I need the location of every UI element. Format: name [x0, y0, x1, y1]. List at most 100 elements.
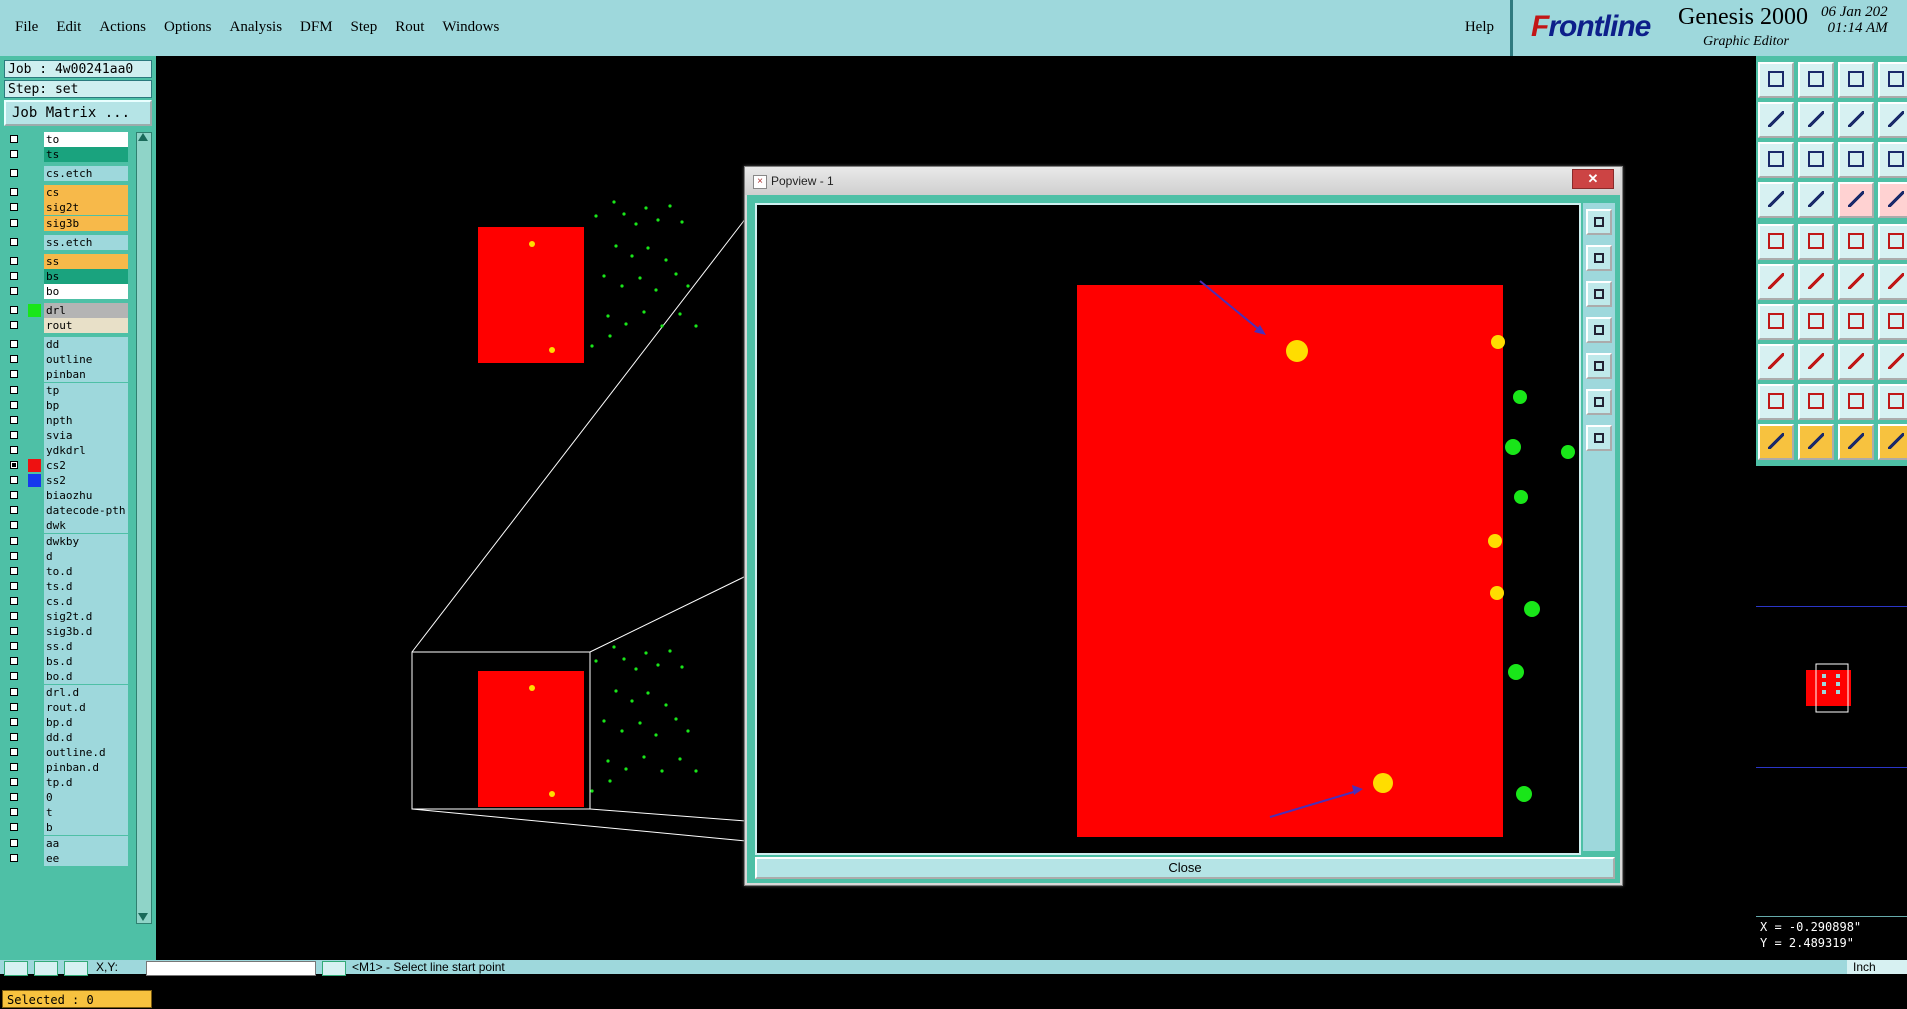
layer-row[interactable]: outline	[4, 352, 128, 368]
save-icon[interactable]	[1798, 62, 1834, 98]
layer-row[interactable]: to.d	[4, 563, 128, 579]
surface-icon[interactable]	[1758, 384, 1794, 420]
close-icon[interactable]: ✕	[1572, 169, 1614, 189]
layer-row[interactable]: bs	[4, 268, 128, 284]
layer-checkbox[interactable]	[10, 823, 18, 832]
layer-row[interactable]: sig3b.d	[4, 624, 128, 640]
layer-name[interactable]: sig2t	[44, 200, 128, 216]
popview-close-button[interactable]: Close	[755, 857, 1615, 879]
hook-icon[interactable]	[1838, 424, 1874, 460]
layer-name[interactable]: aa	[44, 835, 128, 851]
layer-checkbox[interactable]	[10, 627, 18, 636]
layer-row[interactable]: ss.d	[4, 639, 128, 655]
triangle3-icon[interactable]	[1878, 384, 1907, 420]
layer-name[interactable]: outline.d	[44, 744, 128, 760]
undo-icon[interactable]	[1758, 102, 1794, 138]
snap-icon[interactable]	[1838, 182, 1874, 218]
layout-icon[interactable]	[1878, 102, 1907, 138]
layer-name[interactable]: bo.d	[44, 669, 128, 685]
layer-checkbox[interactable]	[10, 536, 18, 545]
layer-name[interactable]: sig3b	[44, 215, 128, 231]
draw-icon[interactable]	[1798, 304, 1834, 340]
layer-row[interactable]: to	[4, 132, 128, 147]
dash-icon[interactable]	[1798, 344, 1834, 380]
pan-right-icon[interactable]	[1586, 353, 1612, 379]
layer-name[interactable]: t	[44, 805, 128, 821]
grid-icon[interactable]	[1798, 182, 1834, 218]
layer-row[interactable]: dd.d	[4, 729, 128, 745]
layer-name[interactable]: to.d	[44, 563, 128, 579]
layer-checkbox[interactable]	[10, 445, 18, 454]
layer-checkbox[interactable]	[10, 657, 18, 666]
layer-name[interactable]: rout.d	[44, 699, 128, 715]
scroll-down-icon[interactable]	[138, 913, 148, 921]
layer-checkbox[interactable]	[10, 672, 18, 681]
layer-row[interactable]: bp.d	[4, 714, 128, 730]
layer-checkbox[interactable]	[10, 237, 18, 246]
layer-checkbox[interactable]	[10, 385, 18, 394]
layer-row[interactable]: ss.etch	[4, 234, 128, 250]
layer-checkbox[interactable]	[10, 150, 18, 159]
select-icon[interactable]	[1758, 264, 1794, 300]
layer-name[interactable]: bp	[44, 397, 128, 413]
layer-row[interactable]: sig2t	[4, 200, 128, 216]
home-icon[interactable]	[1838, 62, 1874, 98]
layer-checkbox[interactable]	[10, 271, 18, 280]
zoom-in-icon[interactable]	[1586, 245, 1612, 271]
zoom-area-icon[interactable]	[1798, 142, 1834, 178]
layer-checkbox[interactable]	[10, 793, 18, 802]
snap2-icon[interactable]	[1878, 182, 1907, 218]
open-icon[interactable]	[1758, 62, 1794, 98]
layer-row[interactable]: tp.d	[4, 775, 128, 791]
layer-checkbox[interactable]	[10, 808, 18, 817]
layer-row[interactable]: rout	[4, 318, 128, 334]
layer-name[interactable]: ee	[44, 850, 128, 866]
layer-checkbox[interactable]	[10, 321, 18, 330]
layer-row[interactable]: b	[4, 820, 128, 836]
layer-name[interactable]: bp.d	[44, 714, 128, 730]
pad-icon[interactable]	[1758, 224, 1794, 260]
connect-icon[interactable]	[1838, 264, 1874, 300]
menu-edit[interactable]: Edit	[47, 17, 90, 38]
pad-add-icon[interactable]	[1758, 344, 1794, 380]
help-icon[interactable]	[1878, 142, 1907, 178]
menu-options[interactable]: Options	[155, 17, 221, 38]
layer-checkbox[interactable]	[10, 415, 18, 424]
layer-name[interactable]: ss.etch	[44, 234, 128, 250]
layer-name[interactable]: tp	[44, 382, 128, 398]
layer-name[interactable]: datecode-pth	[44, 503, 128, 519]
layer-checkbox[interactable]	[10, 203, 18, 212]
layer-row[interactable]: t	[4, 805, 128, 821]
layer-row[interactable]: ss2	[4, 473, 128, 489]
layer-checkbox[interactable]	[10, 135, 18, 143]
layer-checkbox[interactable]	[10, 778, 18, 787]
layer-checkbox[interactable]	[10, 188, 18, 197]
layer-checkbox[interactable]	[10, 169, 18, 178]
layer-checkbox[interactable]	[10, 430, 18, 439]
layer-checkbox[interactable]	[10, 763, 18, 771]
layer-name[interactable]: ss2	[44, 473, 128, 489]
layer-row[interactable]: dwk	[4, 518, 128, 534]
triangle2-icon[interactable]	[1838, 384, 1874, 420]
fit-icon[interactable]	[1586, 389, 1612, 415]
layer-name[interactable]: ydkdrl	[44, 442, 128, 458]
swap-icon[interactable]	[1838, 102, 1874, 138]
route-icon[interactable]	[1878, 304, 1907, 340]
pointer3-icon[interactable]	[1878, 424, 1907, 460]
menu-file[interactable]: File	[6, 17, 47, 38]
layer-name[interactable]: cs.d	[44, 593, 128, 609]
fit-screen-icon[interactable]	[1758, 142, 1794, 178]
layer-checkbox[interactable]	[10, 732, 18, 741]
layer-scrollbar[interactable]	[136, 132, 152, 924]
layer-checkbox[interactable]	[10, 702, 18, 711]
redo-icon[interactable]	[1798, 102, 1834, 138]
layer-checkbox[interactable]	[10, 838, 18, 847]
layer-name[interactable]: ts.d	[44, 578, 128, 594]
menu-actions[interactable]: Actions	[90, 17, 155, 38]
layer-row[interactable]: aa	[4, 835, 128, 851]
layer-row[interactable]: svia	[4, 427, 128, 443]
line-icon[interactable]	[1758, 304, 1794, 340]
layer-row[interactable]: bp	[4, 397, 128, 413]
pointer-icon[interactable]	[1758, 424, 1794, 460]
layer-checkbox[interactable]	[10, 218, 18, 227]
